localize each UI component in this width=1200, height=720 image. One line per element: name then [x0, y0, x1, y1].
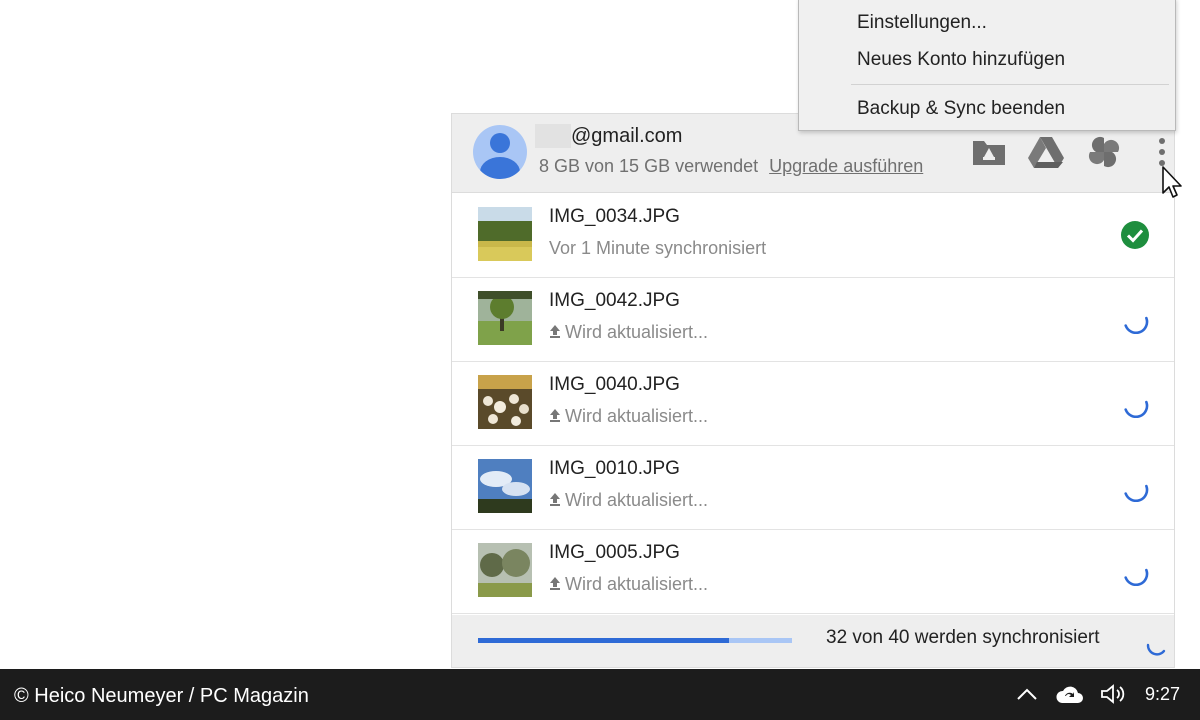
file-status: Wird aktualisiert...	[565, 574, 709, 594]
overflow-menu: Einstellungen... Neues Konto hinzufügen …	[798, 0, 1176, 131]
file-name: IMG_0034.JPG	[549, 206, 680, 227]
sync-progress-fill	[478, 638, 730, 643]
file-thumbnail	[478, 459, 532, 513]
sync-footer: 32 von 40 werden synchronisiert	[452, 615, 1174, 667]
menu-item-settings[interactable]: Einstellungen...	[857, 12, 987, 34]
chevron-up-icon[interactable]	[1013, 679, 1041, 709]
file-status-line: Wird aktualisiert...	[549, 322, 708, 343]
spinner-icon	[1146, 643, 1166, 656]
check-circle-icon	[1121, 221, 1149, 249]
file-row[interactable]: IMG_0010.JPG Wird aktualisiert...	[452, 445, 1174, 530]
upload-arrow-icon	[549, 574, 561, 595]
sync-progress-bar	[478, 638, 792, 643]
file-status: Wird aktualisiert...	[565, 490, 709, 510]
folder-icon[interactable]	[969, 132, 1009, 172]
storage-usage: 8 GB von 15 GB verwendet Upgrade ausführ…	[539, 156, 923, 177]
file-row[interactable]: IMG_0040.JPG Wird aktualisiert...	[452, 361, 1174, 446]
upload-arrow-icon	[549, 490, 561, 511]
file-row[interactable]: IMG_0005.JPG Wird aktualisiert...	[452, 529, 1174, 614]
account-email: @gmail.com	[571, 125, 683, 147]
taskbar: © Heico Neumeyer / PC Magazin 9:27	[0, 669, 1200, 720]
photos-icon[interactable]	[1084, 132, 1124, 172]
storage-usage-text: 8 GB von 15 GB verwendet	[539, 156, 759, 176]
mouse-cursor-icon	[1162, 166, 1182, 198]
file-status-line: Wird aktualisiert...	[549, 574, 708, 595]
file-status: Wird aktualisiert...	[565, 406, 709, 426]
cloud-sync-icon[interactable]	[1052, 679, 1086, 709]
backup-sync-panel: @gmail.com 8 GB von 15 GB verwendet Upgr…	[451, 113, 1175, 668]
file-name: IMG_0042.JPG	[549, 290, 680, 311]
spinner-icon	[1124, 484, 1149, 502]
file-thumbnail	[478, 291, 532, 345]
upload-arrow-icon	[549, 322, 561, 343]
menu-divider	[851, 84, 1169, 85]
spinner-icon	[1124, 316, 1149, 334]
sync-status-text: 32 von 40 werden synchronisiert	[826, 627, 1100, 648]
file-name: IMG_0010.JPG	[549, 458, 680, 479]
email-redaction	[535, 124, 571, 148]
file-name: IMG_0005.JPG	[549, 542, 680, 563]
spinner-icon	[1124, 568, 1149, 586]
file-thumbnail	[478, 207, 532, 261]
file-row[interactable]: IMG_0034.JPG Vor 1 Minute synchronisiert	[452, 193, 1174, 278]
image-credit: © Heico Neumeyer / PC Magazin	[14, 685, 309, 707]
avatar[interactable]	[473, 125, 527, 179]
file-thumbnail	[478, 375, 532, 429]
file-status: Wird aktualisiert...	[565, 322, 709, 342]
menu-item-add-account[interactable]: Neues Konto hinzufügen	[857, 49, 1065, 71]
file-row[interactable]: IMG_0042.JPG Wird aktualisiert...	[452, 277, 1174, 362]
upgrade-link[interactable]: Upgrade ausführen	[769, 156, 923, 176]
speaker-icon[interactable]	[1097, 679, 1131, 709]
file-status: Vor 1 Minute synchronisiert	[549, 238, 767, 258]
file-name: IMG_0040.JPG	[549, 374, 680, 395]
spinner-icon	[1124, 400, 1149, 418]
drive-icon[interactable]	[1026, 132, 1066, 172]
file-status-line: Wird aktualisiert...	[549, 490, 708, 511]
upload-arrow-icon	[549, 406, 561, 427]
file-thumbnail	[478, 543, 532, 597]
file-status-line: Wird aktualisiert...	[549, 406, 708, 427]
menu-item-quit[interactable]: Backup & Sync beenden	[857, 98, 1065, 120]
clock[interactable]: 9:27	[1145, 684, 1180, 705]
